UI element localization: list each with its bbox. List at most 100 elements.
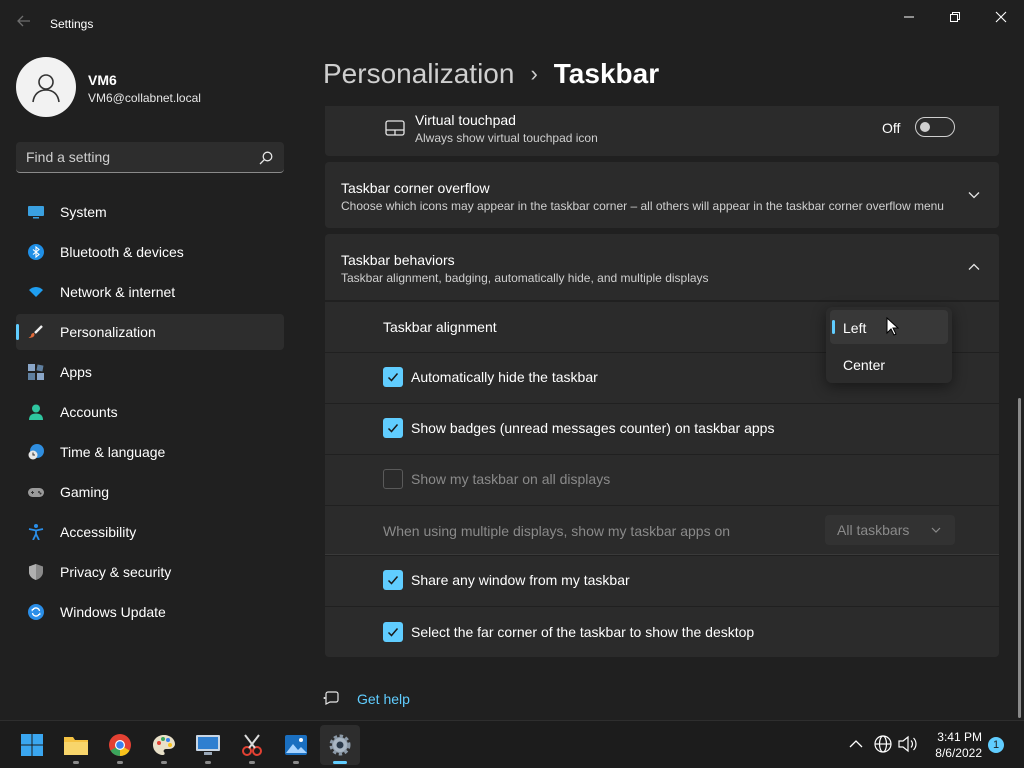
sidebar-item-label: Accessibility [60,524,137,540]
notification-badge[interactable]: 1 [988,737,1004,753]
alignment-option-label: Left [843,320,867,336]
app-title: Settings [50,17,94,31]
person-icon [29,404,43,420]
auto-hide-label: Automatically hide the taskbar [411,369,598,385]
auto-hide-checkbox[interactable] [383,367,403,387]
page-title: Taskbar [553,58,660,89]
virtual-touchpad-card: Virtual touchpad Always show virtual tou… [325,106,999,156]
sidebar-item-label: System [60,204,107,220]
sidebar-item-label: Apps [60,364,92,380]
multi-display-label: When using multiple displays, show my ta… [383,523,731,539]
sidebar-item-system[interactable]: System [16,194,284,230]
sidebar-item-time-language[interactable]: Time & language [16,434,284,470]
toggle-state-label: Off [882,120,901,136]
virtual-touchpad-title: Virtual touchpad [415,112,516,128]
remote-desktop-icon [196,735,220,755]
scrollbar[interactable] [1018,398,1021,718]
badges-checkbox[interactable] [383,418,403,438]
close-icon [995,11,1007,23]
search-box[interactable] [16,142,284,173]
corner-overflow-card[interactable]: Taskbar corner overflow Choose which ico… [325,162,999,228]
taskbar-behaviors-subtitle: Taskbar alignment, badging, automaticall… [341,271,709,285]
file-explorer-icon [64,737,88,755]
restore-button[interactable] [932,4,978,30]
sidebar-item-label: Windows Update [60,604,166,620]
toggle-knob [920,122,930,132]
person-icon [32,74,60,103]
clock-date: 8/6/2022 [935,746,982,760]
alignment-option-center[interactable]: Center [830,347,948,381]
touchpad-icon [385,120,405,136]
sidebar-item-accessibility[interactable]: Accessibility [16,514,284,550]
sidebar-item-accounts[interactable]: Accounts [16,394,284,430]
sidebar-nav: System Bluetooth & devices Network & int… [16,194,284,634]
running-indicator [293,761,299,764]
chevron-down-icon[interactable] [967,188,981,202]
multi-display-value: All taskbars [837,522,910,538]
chevron-down-icon [931,527,941,533]
back-arrow-icon[interactable] [14,14,34,34]
start-icon [21,734,43,756]
corner-overflow-subtitle: Choose which icons may appear in the tas… [341,199,944,213]
sidebar-item-windows-update[interactable]: Windows Update [16,594,284,630]
bluetooth-icon [28,244,44,260]
chrome-button[interactable] [100,725,140,765]
sidebar-item-label: Time & language [60,444,166,460]
photos-button[interactable] [276,725,316,765]
far-corner-row[interactable]: Select the far corner of the taskbar to … [325,607,999,657]
speaker-icon[interactable] [897,734,917,754]
virtual-touchpad-toggle[interactable] [915,117,955,137]
close-button[interactable] [978,4,1024,30]
settings-button[interactable] [320,725,360,765]
sidebar-item-network[interactable]: Network & internet [16,274,284,310]
running-indicator [117,761,123,764]
sidebar-item-privacy-security[interactable]: Privacy & security [16,554,284,590]
running-indicator [333,761,347,764]
refresh-icon [28,604,44,620]
get-help-link[interactable]: Get help [323,690,410,708]
snipping-tool-button[interactable] [232,725,272,765]
badges-row[interactable]: Show badges (unread messages counter) on… [325,404,999,454]
remote-desktop-button[interactable] [188,725,228,765]
file-explorer-button[interactable] [56,725,96,765]
sidebar-item-label: Network & internet [60,284,176,300]
far-corner-checkbox[interactable] [383,622,403,642]
share-window-row[interactable]: Share any window from my taskbar [325,556,999,606]
running-indicator [205,761,211,764]
brush-icon [28,325,43,338]
search-input[interactable] [26,148,246,166]
multi-display-row: When using multiple displays, show my ta… [325,506,999,555]
breadcrumb-separator-icon: › [530,61,538,86]
sidebar-item-gaming[interactable]: Gaming [16,474,284,510]
breadcrumb-parent[interactable]: Personalization [323,58,514,90]
sidebar-item-label: Privacy & security [60,564,172,580]
search-icon[interactable] [258,150,274,166]
user-email: VM6@collabnet.local [88,91,201,105]
taskbar-behaviors-header[interactable]: Taskbar behaviors Taskbar alignment, bad… [325,234,999,300]
minimize-button[interactable] [886,4,932,30]
sidebar-item-apps[interactable]: Apps [16,354,284,390]
help-chat-icon [323,691,339,705]
paint-button[interactable] [144,725,184,765]
sidebar-item-bluetooth[interactable]: Bluetooth & devices [16,234,284,270]
clock-time: 3:41 PM [937,730,982,744]
sidebar-item-label: Accounts [60,404,118,420]
taskbar-behaviors-title: Taskbar behaviors [341,252,455,268]
sidebar-item-label: Bluetooth & devices [60,244,184,260]
badges-label: Show badges (unread messages counter) on… [411,420,775,436]
check-icon [387,628,399,637]
clock[interactable]: 3:41 PM 8/6/2022 [922,729,982,761]
chevron-up-icon[interactable] [967,260,981,274]
sidebar-item-personalization[interactable]: Personalization [16,314,284,350]
sidebar-item-label: Personalization [60,324,156,340]
restore-icon [950,12,960,22]
taskbar: 3:41 PM 8/6/2022 1 [0,720,1024,768]
check-icon [387,424,399,433]
mouse-cursor-icon [886,317,900,336]
start-button[interactable] [12,725,52,765]
avatar[interactable] [16,57,76,117]
accessibility-icon [28,524,44,540]
share-window-checkbox[interactable] [383,570,403,590]
chevron-up-icon[interactable] [846,734,866,754]
globe-icon[interactable] [873,734,893,754]
